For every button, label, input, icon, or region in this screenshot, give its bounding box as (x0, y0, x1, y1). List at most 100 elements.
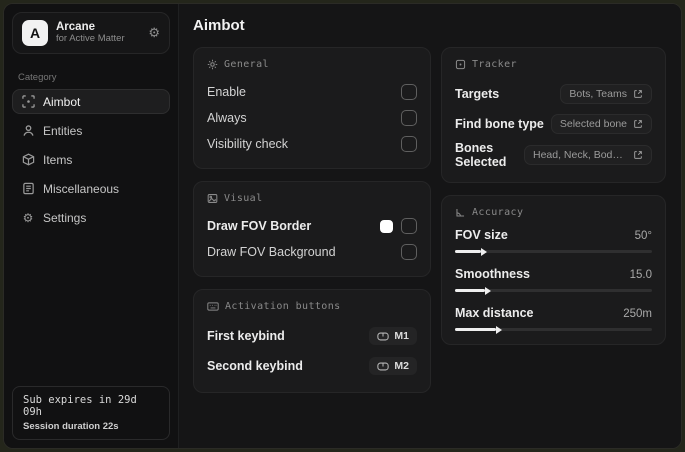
sidebar-item-settings[interactable]: ⚙ Settings (12, 205, 170, 230)
visibility-check-checkbox[interactable] (401, 136, 417, 152)
setting-label: Visibility check (207, 137, 289, 151)
setting-label: Draw FOV Border (207, 219, 312, 233)
image-icon (207, 194, 218, 203)
expand-icon (634, 120, 642, 128)
sidebar-nav: Aimbot Entities Items Miscellaneous ⚙ Se… (4, 89, 178, 230)
slider-value: 50° (634, 230, 652, 242)
second-keybind-button[interactable]: M2 (369, 357, 417, 375)
slider-group-max-distance: Max distance 250m (455, 306, 652, 331)
setting-row-draw-fov-background: Draw FOV Background (207, 241, 417, 263)
panel-visual: Visual Draw FOV Border Draw FOV Backgrou… (193, 181, 431, 277)
sidebar-item-label: Aimbot (43, 94, 81, 109)
mouse-icon (377, 362, 390, 370)
panel-activation-buttons: Activation buttons First keybind M1 Seco… (193, 289, 431, 393)
setting-row-bones-selected: Bones Selected Head, Neck, Body, Pe… (455, 141, 652, 169)
main-content: Aimbot General Enable Always Visibility … (179, 4, 681, 448)
panel-tracker-header: Tracker (455, 59, 652, 70)
panel-activation-header: Activation buttons (207, 301, 417, 312)
setting-row-visibility-check: Visibility check (207, 133, 417, 155)
find-bone-type-dropdown[interactable]: Selected bone (550, 114, 652, 134)
setting-row-find-bone-type: Find bone type Selected bone (455, 111, 652, 137)
targets-dropdown[interactable]: Bots, Teams (560, 84, 652, 104)
sidebar: A Arcane for Active Matter ⚙ Category Ai… (4, 4, 179, 448)
crosshair-icon (21, 95, 35, 108)
dropdown-value: Bots, Teams (569, 88, 627, 100)
panel-title: Tracker (472, 59, 517, 70)
settings-gear-icon[interactable]: ⚙ (148, 25, 160, 41)
smoothness-slider[interactable] (455, 289, 652, 292)
panel-general: General Enable Always Visibility check (193, 47, 431, 169)
slider-value: 250m (623, 308, 652, 320)
max-distance-slider[interactable] (455, 328, 652, 331)
keybind-value: M2 (394, 360, 409, 372)
slider-fill (455, 328, 497, 331)
enable-checkbox[interactable] (401, 84, 417, 100)
panel-tracker: Tracker Targets Bots, Teams Find bone ty… (441, 47, 666, 183)
sidebar-item-label: Entities (43, 123, 83, 138)
fov-border-color-swatch[interactable] (380, 219, 393, 233)
sidebar-item-label: Items (43, 152, 73, 167)
fov-size-slider[interactable] (455, 250, 652, 253)
cube-icon (21, 153, 35, 166)
session-duration-text: Session duration 22s (23, 421, 119, 432)
setting-label: Bones Selected (455, 141, 507, 169)
panel-title: Activation buttons (225, 301, 341, 312)
slider-value: 15.0 (629, 269, 652, 281)
setting-label: Smoothness (455, 267, 531, 281)
panel-title: Visual (224, 193, 263, 204)
setting-label: FOV size (455, 228, 508, 242)
panel-title: Accuracy (472, 207, 524, 218)
tracker-icon (455, 59, 466, 70)
always-checkbox[interactable] (401, 110, 417, 126)
sidebar-item-entities[interactable]: Entities (12, 118, 170, 143)
setting-label: Draw FOV Background (207, 245, 336, 259)
gear-icon: ⚙ (22, 210, 34, 225)
slider-fill (455, 289, 485, 292)
slider-group-smoothness: Smoothness 15.0 (455, 267, 652, 292)
angle-icon (456, 208, 465, 217)
sub-expires-text: Sub expires in 29d 09h (23, 394, 137, 418)
setting-label: Always (207, 111, 247, 125)
sidebar-item-label: Settings (43, 210, 87, 225)
expand-icon (634, 90, 642, 98)
setting-label: Find bone type (455, 117, 544, 131)
page-title: Aimbot (193, 17, 245, 34)
first-keybind-button[interactable]: M1 (369, 327, 417, 345)
panel-visual-header: Visual (207, 193, 417, 204)
panel-general-header: General (207, 59, 417, 70)
sidebar-item-label: Miscellaneous (43, 181, 120, 196)
keyboard-icon (207, 302, 219, 311)
setting-label: Second keybind (207, 359, 303, 373)
expand-icon (634, 151, 642, 159)
setting-label: First keybind (207, 329, 285, 343)
draw-fov-background-checkbox[interactable] (401, 244, 417, 260)
app-logo: A (22, 20, 48, 46)
setting-row-targets: Targets Bots, Teams (455, 81, 652, 107)
logo-card: A Arcane for Active Matter ⚙ (12, 12, 170, 54)
keybind-value: M1 (394, 330, 409, 342)
category-label: Category (18, 72, 57, 83)
sidebar-item-aimbot[interactable]: Aimbot (12, 89, 170, 114)
setting-row-second-keybind: Second keybind M2 (207, 353, 417, 379)
mouse-icon (377, 332, 390, 340)
slider-fill (455, 250, 481, 253)
logo-text: Arcane for Active Matter (56, 21, 125, 45)
panel-accuracy: Accuracy FOV size 50° Smoothness 15.0 Ma… (441, 195, 666, 345)
general-icon (207, 59, 218, 70)
setting-row-draw-fov-border: Draw FOV Border (207, 215, 417, 237)
subscription-card: Sub expires in 29d 09h Session duration … (12, 386, 170, 440)
bones-selected-dropdown[interactable]: Head, Neck, Body, Pe… (524, 145, 652, 165)
setting-row-first-keybind: First keybind M1 (207, 323, 417, 349)
setting-label: Max distance (455, 306, 534, 320)
entities-icon (21, 124, 35, 137)
list-icon (21, 182, 35, 195)
setting-row-enable: Enable (207, 81, 417, 103)
sidebar-item-miscellaneous[interactable]: Miscellaneous (12, 176, 170, 201)
draw-fov-border-checkbox[interactable] (401, 218, 417, 234)
dropdown-value: Selected bone (559, 118, 627, 130)
setting-row-always: Always (207, 107, 417, 129)
panel-accuracy-header: Accuracy (455, 207, 652, 218)
sidebar-item-items[interactable]: Items (12, 147, 170, 172)
setting-label: Targets (455, 87, 500, 101)
panel-title: General (224, 59, 269, 70)
